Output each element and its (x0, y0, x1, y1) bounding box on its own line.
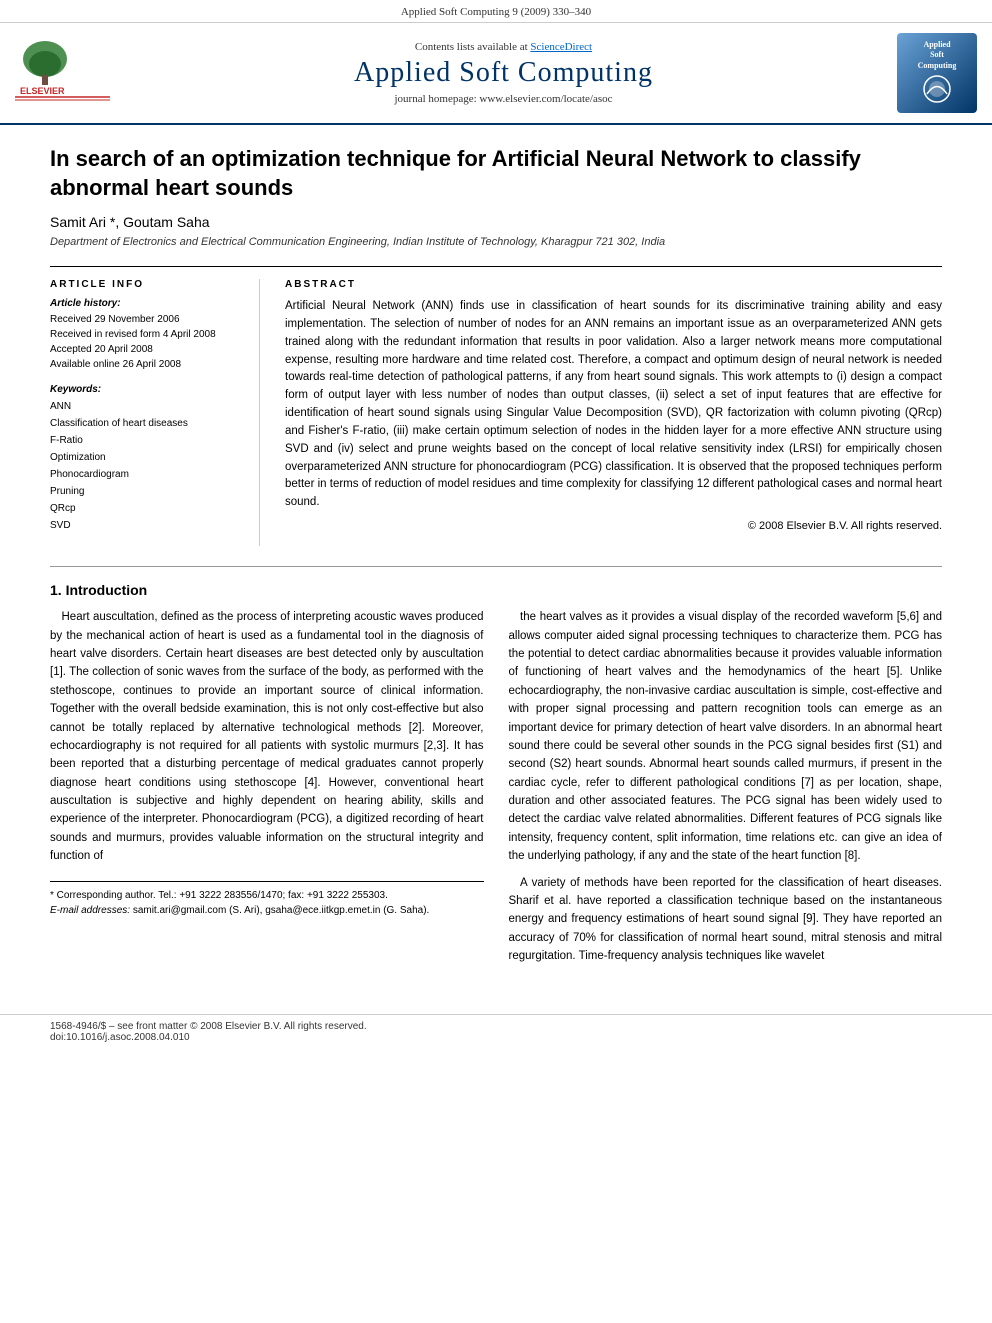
article-info-col: ARTICLE INFO Article history: Received 2… (50, 279, 260, 546)
page-footer: 1568-4946/$ – see front matter © 2008 El… (0, 1014, 992, 1049)
sciencedirect-line: Contents lists available at ScienceDirec… (115, 41, 892, 53)
intro-para-1: Heart auscultation, defined as the proce… (50, 608, 484, 865)
footnote-area: * Corresponding author. Tel.: +91 3222 2… (50, 881, 484, 918)
page-wrapper: Applied Soft Computing 9 (2009) 330–340 … (0, 0, 992, 1049)
footer-issn: 1568-4946/$ – see front matter © 2008 El… (50, 1021, 942, 1032)
main-content: In search of an optimization technique f… (0, 125, 992, 994)
intro-right-col: the heart valves as it provides a visual… (509, 608, 943, 973)
elsevier-logo: ELSEVIER (15, 39, 115, 108)
svg-text:ELSEVIER: ELSEVIER (20, 86, 65, 96)
abstract-label: ABSTRACT (285, 279, 942, 290)
intro-para-3: A variety of methods have been reported … (509, 874, 943, 966)
abstract-text: Artificial Neural Network (ANN) finds us… (285, 298, 942, 512)
article-info-abstract-row: ARTICLE INFO Article history: Received 2… (50, 266, 942, 546)
intro-body: Heart auscultation, defined as the proce… (50, 608, 942, 973)
article-title: In search of an optimization technique f… (50, 145, 942, 202)
section-divider (50, 566, 942, 567)
copyright: © 2008 Elsevier B.V. All rights reserved… (285, 520, 942, 532)
authors: Samit Ari *, Goutam Saha (50, 214, 942, 230)
journal-center: Contents lists available at ScienceDirec… (115, 41, 892, 105)
footnote-email: E-mail addresses: samit.ari@gmail.com (S… (50, 903, 484, 918)
keywords-list: ANN Classification of heart diseases F-R… (50, 398, 244, 534)
journal-title: Applied Soft Computing (115, 57, 892, 89)
top-bar: Applied Soft Computing 9 (2009) 330–340 (0, 0, 992, 23)
applied-soft-computing-logo: AppliedSoftComputing (897, 33, 977, 113)
footnote-corresponding: * Corresponding author. Tel.: +91 3222 2… (50, 888, 484, 903)
article-history: Article history: Received 29 November 20… (50, 298, 244, 372)
intro-heading: 1. Introduction (50, 582, 942, 598)
intro-right-text: the heart valves as it provides a visual… (509, 608, 943, 965)
intro-left-text: Heart auscultation, defined as the proce… (50, 608, 484, 865)
footer-doi: doi:10.1016/j.asoc.2008.04.010 (50, 1032, 942, 1043)
affiliation: Department of Electronics and Electrical… (50, 236, 942, 248)
abstract-col: ABSTRACT Artificial Neural Network (ANN)… (285, 279, 942, 546)
applied-soft-logo-container: AppliedSoftComputing (892, 33, 977, 113)
journal-citation: Applied Soft Computing 9 (2009) 330–340 (401, 6, 591, 18)
article-info-label: ARTICLE INFO (50, 279, 244, 290)
intro-left-col: Heart auscultation, defined as the proce… (50, 608, 484, 973)
journal-homepage: journal homepage: www.elsevier.com/locat… (115, 93, 892, 105)
journal-header: ELSEVIER Contents lists available at Sci… (0, 23, 992, 125)
sciencedirect-link-text[interactable]: ScienceDirect (530, 41, 592, 53)
intro-para-2: the heart valves as it provides a visual… (509, 608, 943, 865)
keywords-group: Keywords: ANN Classification of heart di… (50, 384, 244, 534)
